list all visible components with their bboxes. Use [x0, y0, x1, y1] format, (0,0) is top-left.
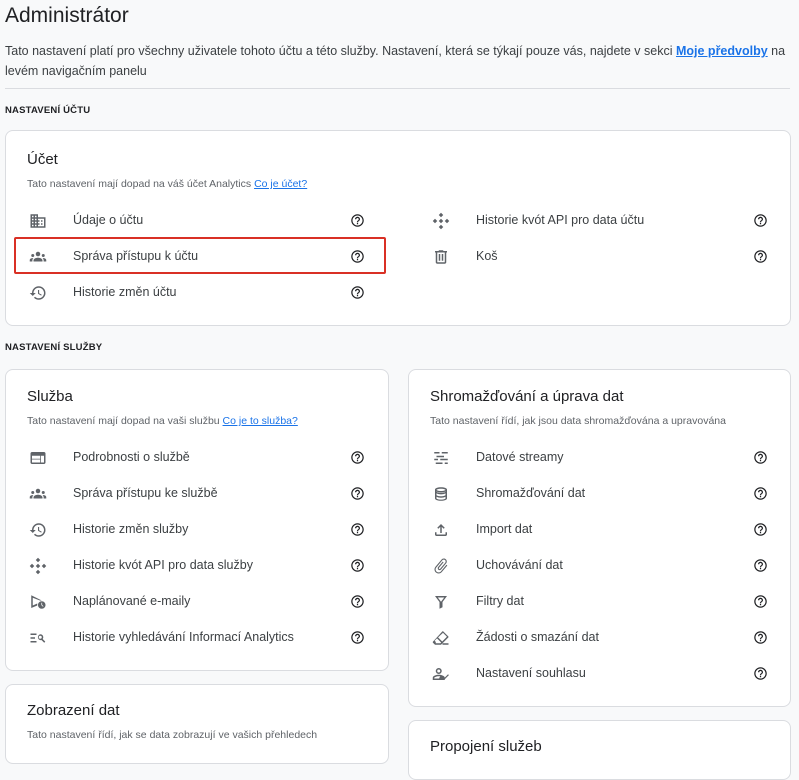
help-icon[interactable] [350, 594, 365, 609]
building-icon [29, 212, 47, 230]
property-change-history-label: Historie změn služby [73, 522, 189, 536]
account-card-subtitle-text: Tato nastavení mají dopad na váš účet An… [27, 178, 252, 190]
help-icon[interactable] [753, 594, 768, 609]
help-icon[interactable] [753, 630, 768, 645]
help-icon[interactable] [753, 486, 768, 501]
property-card-subtitle-text: Tato nastavení mají dopad na vaši službu [27, 415, 220, 427]
data-streams-item[interactable]: Datové streamy [432, 442, 776, 474]
help-icon[interactable] [350, 450, 365, 465]
eraser-icon [432, 629, 450, 647]
search-list-icon [29, 629, 47, 647]
account-card-subtitle: Tato nastavení mají dopad na váš účet An… [27, 178, 307, 190]
property-details-label: Podrobnosti o službě [73, 450, 190, 464]
property-api-quota-item[interactable]: Historie kvót API pro data služby [29, 550, 373, 582]
account-settings-label: NASTAVENÍ ÚČTU [5, 105, 91, 116]
help-icon[interactable] [350, 249, 365, 264]
property-api-quota-label: Historie kvót API pro data služby [73, 558, 253, 572]
trash-icon [432, 248, 450, 266]
data-deletion-requests-label: Žádosti o smazání dat [476, 630, 599, 644]
data-streams-label: Datové streamy [476, 450, 564, 464]
data-display-card-subtitle: Tato nastavení řídí, jak se data zobrazu… [27, 729, 318, 741]
api-icon [432, 212, 450, 230]
account-card-title: Účet [27, 151, 58, 168]
what-is-account-link[interactable]: Co je účet? [254, 178, 307, 190]
property-card: Služba Tato nastavení mají dopad na vaši… [5, 369, 389, 671]
property-card-subtitle: Tato nastavení mají dopad na vaši službu… [27, 415, 298, 427]
account-change-history-label: Historie změn účtu [73, 285, 177, 299]
trash-label: Koš [476, 249, 498, 263]
help-icon[interactable] [753, 522, 768, 537]
help-icon[interactable] [350, 558, 365, 573]
consent-settings-item[interactable]: Nastavení souhlasu [432, 658, 776, 690]
help-icon[interactable] [350, 486, 365, 501]
people-icon [29, 248, 47, 266]
data-display-card: Zobrazení dat Tato nastavení řídí, jak s… [5, 684, 389, 764]
scheduled-emails-item[interactable]: Naplánované e-maily [29, 586, 373, 618]
help-icon[interactable] [753, 666, 768, 681]
what-is-property-link[interactable]: Co je to služba? [223, 415, 298, 427]
data-display-card-title: Zobrazení dat [27, 702, 120, 719]
history-icon [29, 521, 47, 539]
data-collection-card-subtitle: Tato nastavení řídí, jak jsou data shrom… [430, 415, 726, 427]
upload-icon [432, 521, 450, 539]
account-details-item[interactable]: Údaje o účtu [29, 205, 373, 237]
data-collection-card-title: Shromažďování a úprava dat [430, 388, 624, 405]
page-title: Administrátor [5, 4, 129, 27]
help-icon[interactable] [753, 213, 768, 228]
account-details-label: Údaje o účtu [73, 213, 144, 227]
description-text: Tato nastavení platí pro všechny uživate… [5, 44, 676, 58]
data-collection-card: Shromažďování a úprava dat Tato nastaven… [408, 369, 791, 707]
help-icon[interactable] [753, 450, 768, 465]
product-links-card-title: Propojení služeb [430, 738, 542, 755]
help-icon[interactable] [350, 630, 365, 645]
insights-search-history-item[interactable]: Historie vyhledávání Informací Analytics [29, 622, 373, 654]
my-preferences-link[interactable]: Moje předvolby [676, 44, 768, 58]
page-description: Tato nastavení platí pro všechny uživate… [5, 41, 790, 81]
history-icon [29, 284, 47, 302]
scheduled-emails-label: Naplánované e-maily [73, 594, 191, 608]
property-card-title: Služba [27, 388, 73, 405]
api-icon [29, 557, 47, 575]
paperclip-icon [432, 557, 450, 575]
data-retention-label: Uchovávání dat [476, 558, 563, 572]
data-collection-item[interactable]: Shromažďování dat [432, 478, 776, 510]
account-change-history-item[interactable]: Historie změn účtu [29, 277, 373, 309]
scheduled-send-icon [29, 593, 47, 611]
data-deletion-requests-item[interactable]: Žádosti o smazání dat [432, 622, 776, 654]
property-access-label: Správa přístupu ke službě [73, 486, 218, 500]
help-icon[interactable] [753, 249, 768, 264]
property-change-history-item[interactable]: Historie změn služby [29, 514, 373, 546]
account-card: Účet Tato nastavení mají dopad na váš úč… [5, 130, 791, 326]
help-icon[interactable] [350, 285, 365, 300]
data-import-label: Import dat [476, 522, 533, 536]
account-api-quota-label: Historie kvót API pro data účtu [476, 213, 645, 227]
data-collection-label: Shromažďování dat [476, 486, 586, 500]
consent-settings-label: Nastavení souhlasu [476, 666, 586, 680]
header-divider [5, 88, 790, 89]
streams-icon [432, 449, 450, 467]
property-access-item[interactable]: Správa přístupu ke službě [29, 478, 373, 510]
trash-item[interactable]: Koš [432, 241, 776, 273]
data-import-item[interactable]: Import dat [432, 514, 776, 546]
insights-search-history-label: Historie vyhledávání Informací Analytics [73, 630, 294, 644]
data-filters-label: Filtry dat [476, 594, 524, 608]
filter-icon [432, 593, 450, 611]
help-icon[interactable] [350, 213, 365, 228]
account-access-item[interactable]: Správa přístupu k účtu [29, 241, 373, 273]
account-api-quota-item[interactable]: Historie kvót API pro data účtu [432, 205, 776, 237]
help-icon[interactable] [350, 522, 365, 537]
database-icon [432, 485, 450, 503]
property-settings-label: NASTAVENÍ SLUŽBY [5, 342, 103, 353]
data-filters-item[interactable]: Filtry dat [432, 586, 776, 618]
people-icon [29, 485, 47, 503]
data-retention-item[interactable]: Uchovávání dat [432, 550, 776, 582]
product-links-card: Propojení služeb [408, 720, 791, 780]
consent-icon [432, 665, 450, 683]
web-icon [29, 449, 47, 467]
help-icon[interactable] [753, 558, 768, 573]
account-access-label: Správa přístupu k účtu [73, 249, 199, 263]
property-details-item[interactable]: Podrobnosti o službě [29, 442, 373, 474]
